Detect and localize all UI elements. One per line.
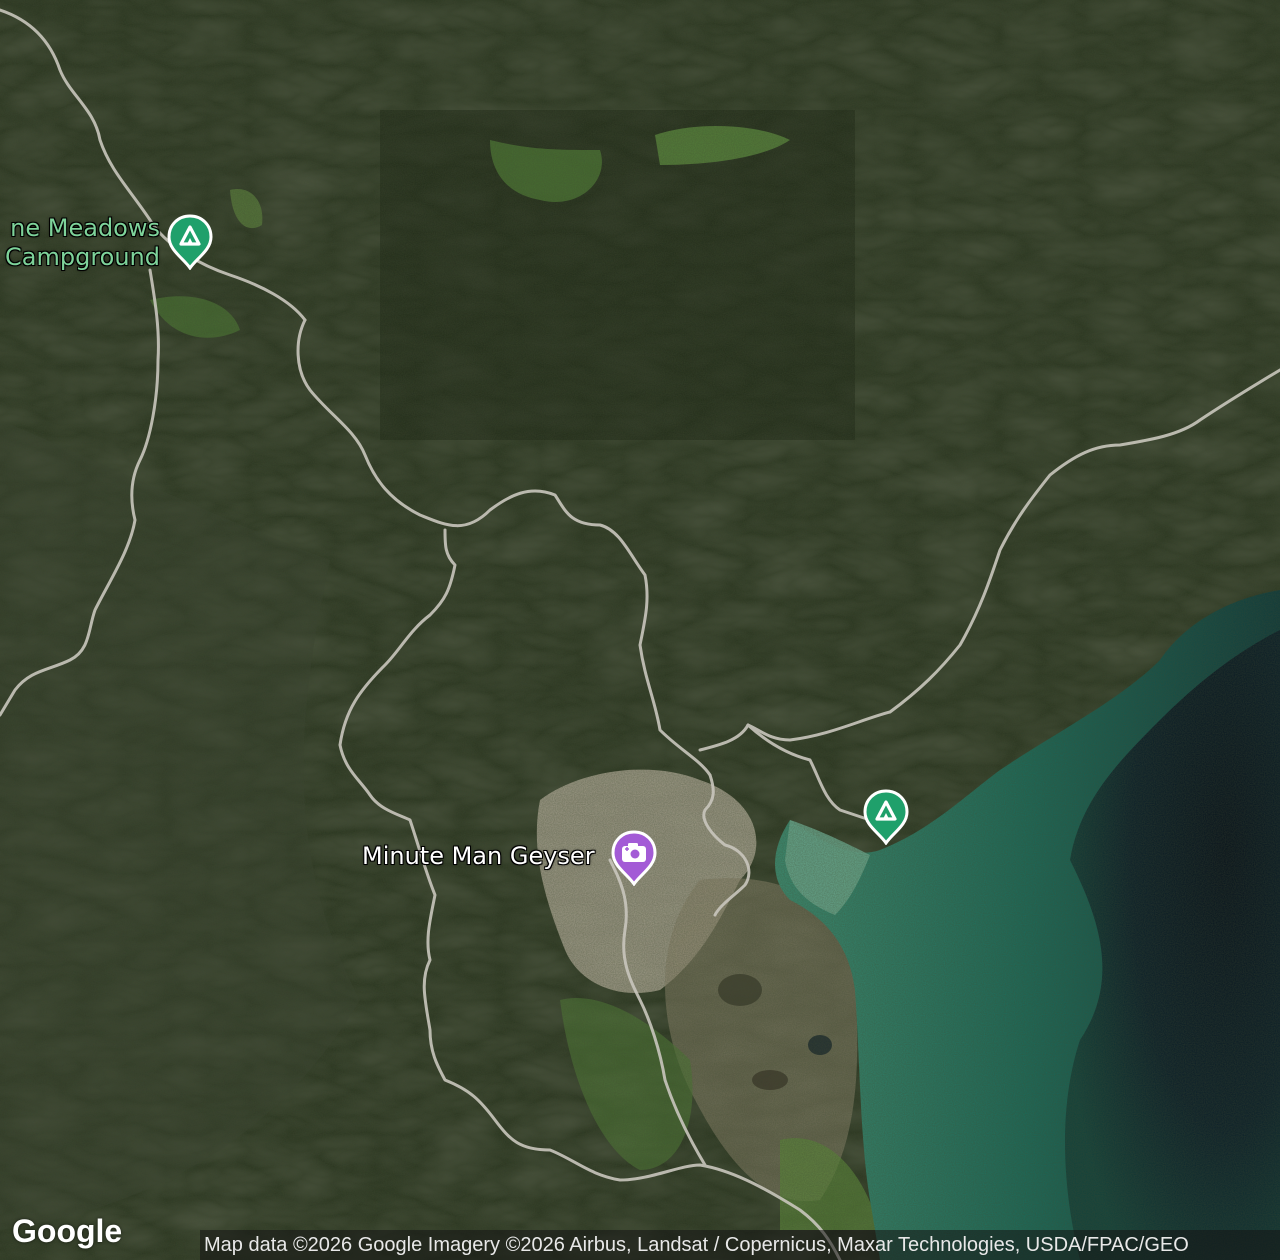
google-logo: Google [12,1213,123,1249]
campground-label-line1: ne Meadows [10,214,160,242]
attraction-marker-geyser[interactable] [610,830,658,886]
campground-label-north[interactable]: ne Meadows Campground [0,214,160,272]
geyser-label[interactable]: Minute Man Geyser [362,842,595,871]
campground-marker-lake[interactable] [862,789,910,845]
campground-label-line2: Campground [5,243,160,271]
satellite-terrain [0,0,1280,1260]
campground-marker-north[interactable] [166,214,214,270]
map-attribution[interactable]: Map data ©2026 Google Imagery ©2026 Airb… [200,1230,1280,1260]
map-canvas[interactable]: ne Meadows Campground Minute Man Geyser … [0,0,1280,1260]
